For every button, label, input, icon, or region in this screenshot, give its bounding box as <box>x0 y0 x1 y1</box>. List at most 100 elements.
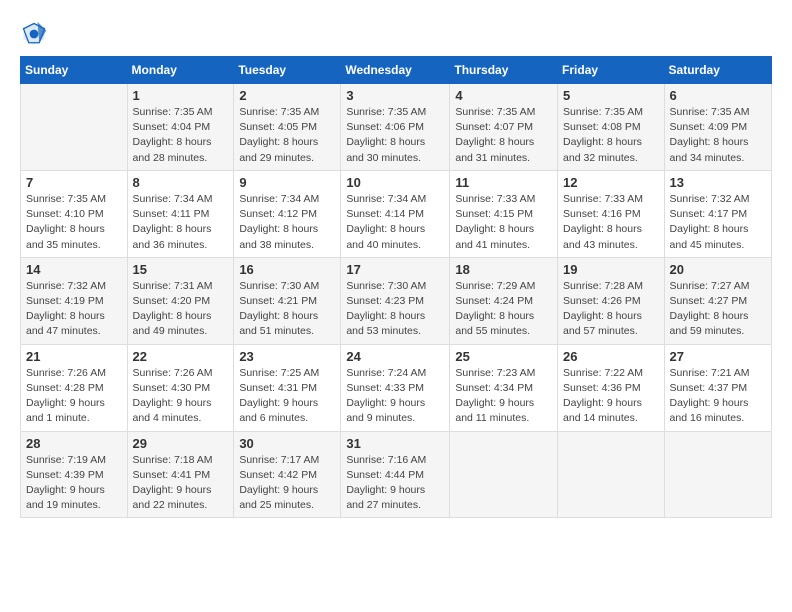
day-info: Sunrise: 7:35 AM Sunset: 4:04 PM Dayligh… <box>133 105 229 166</box>
header-sunday: Sunday <box>21 57 128 84</box>
day-number: 10 <box>346 175 444 190</box>
calendar-cell: 23Sunrise: 7:25 AM Sunset: 4:31 PM Dayli… <box>234 344 341 431</box>
day-info: Sunrise: 7:25 AM Sunset: 4:31 PM Dayligh… <box>239 366 335 427</box>
day-info: Sunrise: 7:26 AM Sunset: 4:28 PM Dayligh… <box>26 366 122 427</box>
day-info: Sunrise: 7:32 AM Sunset: 4:19 PM Dayligh… <box>26 279 122 340</box>
day-number: 12 <box>563 175 659 190</box>
calendar-cell: 6Sunrise: 7:35 AM Sunset: 4:09 PM Daylig… <box>664 84 771 171</box>
calendar-cell: 31Sunrise: 7:16 AM Sunset: 4:44 PM Dayli… <box>341 431 450 518</box>
header-tuesday: Tuesday <box>234 57 341 84</box>
calendar-cell: 21 Sunrise: 7:26 AM Sunset: 4:28 PM Dayli… <box>21 344 128 431</box>
day-info: Sunrise: 7:18 AM Sunset: 4:41 PM Dayligh… <box>133 453 229 514</box>
day-number: 27 <box>670 349 766 364</box>
day-number: 29 <box>133 436 229 451</box>
day-number: 21 <box>26 349 122 364</box>
week-row-1: 1 Sunrise: 7:35 AM Sunset: 4:04 PM Daylig… <box>21 84 772 171</box>
day-number: 9 <box>239 175 335 190</box>
day-number: 25 <box>455 349 552 364</box>
header-row: SundayMondayTuesdayWednesdayThursdayFrid… <box>21 57 772 84</box>
calendar-cell: 20 Sunrise: 7:27 AM Sunset: 4:27 PM Dayli… <box>664 257 771 344</box>
calendar-cell: 9 Sunrise: 7:34 AM Sunset: 4:12 PM Daylig… <box>234 170 341 257</box>
day-number: 19 <box>563 262 659 277</box>
day-info: Sunrise: 7:23 AM Sunset: 4:34 PM Dayligh… <box>455 366 552 427</box>
week-row-3: 14 Sunrise: 7:32 AM Sunset: 4:19 PM Dayli… <box>21 257 772 344</box>
day-number: 13 <box>670 175 766 190</box>
day-number: 7 <box>26 175 122 190</box>
calendar-cell: 15 Sunrise: 7:31 AM Sunset: 4:20 PM Dayli… <box>127 257 234 344</box>
calendar-cell: 28Sunrise: 7:19 AM Sunset: 4:39 PM Dayli… <box>21 431 128 518</box>
calendar-cell: 12 Sunrise: 7:33 AM Sunset: 4:16 PM Dayli… <box>558 170 665 257</box>
calendar-cell: 16 Sunrise: 7:30 AM Sunset: 4:21 PM Dayli… <box>234 257 341 344</box>
calendar-cell: 26Sunrise: 7:22 AM Sunset: 4:36 PM Dayli… <box>558 344 665 431</box>
day-number: 18 <box>455 262 552 277</box>
day-info: Sunrise: 7:35 AM Sunset: 4:10 PM Dayligh… <box>26 192 122 253</box>
day-info: Sunrise: 7:24 AM Sunset: 4:33 PM Dayligh… <box>346 366 444 427</box>
day-info: Sunrise: 7:29 AM Sunset: 4:24 PM Dayligh… <box>455 279 552 340</box>
day-info: Sunrise: 7:35 AM Sunset: 4:09 PM Dayligh… <box>670 105 766 166</box>
calendar-cell: 2Sunrise: 7:35 AM Sunset: 4:05 PM Daylig… <box>234 84 341 171</box>
day-info: Sunrise: 7:27 AM Sunset: 4:27 PM Dayligh… <box>670 279 766 340</box>
day-number: 24 <box>346 349 444 364</box>
calendar-header: SundayMondayTuesdayWednesdayThursdayFrid… <box>21 57 772 84</box>
day-number: 16 <box>239 262 335 277</box>
header-friday: Friday <box>558 57 665 84</box>
calendar-cell <box>21 84 128 171</box>
day-number: 20 <box>670 262 766 277</box>
calendar-cell: 14 Sunrise: 7:32 AM Sunset: 4:19 PM Dayli… <box>21 257 128 344</box>
calendar-cell <box>558 431 665 518</box>
day-number: 14 <box>26 262 122 277</box>
logo <box>20 20 52 48</box>
calendar-cell: 22 Sunrise: 7:26 AM Sunset: 4:30 PM Dayli… <box>127 344 234 431</box>
calendar-cell: 19 Sunrise: 7:28 AM Sunset: 4:26 PM Dayli… <box>558 257 665 344</box>
day-number: 17 <box>346 262 444 277</box>
calendar-cell: 7 Sunrise: 7:35 AM Sunset: 4:10 PM Daylig… <box>21 170 128 257</box>
calendar-cell: 30Sunrise: 7:17 AM Sunset: 4:42 PM Dayli… <box>234 431 341 518</box>
calendar-cell <box>664 431 771 518</box>
week-row-5: 28Sunrise: 7:19 AM Sunset: 4:39 PM Dayli… <box>21 431 772 518</box>
day-info: Sunrise: 7:34 AM Sunset: 4:12 PM Dayligh… <box>239 192 335 253</box>
day-number: 1 <box>133 88 229 103</box>
day-number: 8 <box>133 175 229 190</box>
calendar-cell: 3 Sunrise: 7:35 AM Sunset: 4:06 PM Daylig… <box>341 84 450 171</box>
calendar-cell <box>450 431 558 518</box>
day-info: Sunrise: 7:33 AM Sunset: 4:16 PM Dayligh… <box>563 192 659 253</box>
day-number: 11 <box>455 175 552 190</box>
logo-icon <box>20 20 48 48</box>
week-row-4: 21 Sunrise: 7:26 AM Sunset: 4:28 PM Dayli… <box>21 344 772 431</box>
calendar-table: SundayMondayTuesdayWednesdayThursdayFrid… <box>20 56 772 518</box>
day-number: 22 <box>133 349 229 364</box>
calendar-cell: 27 Sunrise: 7:21 AM Sunset: 4:37 PM Dayli… <box>664 344 771 431</box>
day-info: Sunrise: 7:30 AM Sunset: 4:23 PM Dayligh… <box>346 279 444 340</box>
calendar-cell: 11Sunrise: 7:33 AM Sunset: 4:15 PM Dayli… <box>450 170 558 257</box>
day-info: Sunrise: 7:19 AM Sunset: 4:39 PM Dayligh… <box>26 453 122 514</box>
header-wednesday: Wednesday <box>341 57 450 84</box>
calendar-cell: 25 Sunrise: 7:23 AM Sunset: 4:34 PM Dayli… <box>450 344 558 431</box>
day-info: Sunrise: 7:32 AM Sunset: 4:17 PM Dayligh… <box>670 192 766 253</box>
day-number: 4 <box>455 88 552 103</box>
calendar-cell: 13 Sunrise: 7:32 AM Sunset: 4:17 PM Dayli… <box>664 170 771 257</box>
day-info: Sunrise: 7:26 AM Sunset: 4:30 PM Dayligh… <box>133 366 229 427</box>
calendar-body: 1 Sunrise: 7:35 AM Sunset: 4:04 PM Daylig… <box>21 84 772 518</box>
day-number: 15 <box>133 262 229 277</box>
week-row-2: 7 Sunrise: 7:35 AM Sunset: 4:10 PM Daylig… <box>21 170 772 257</box>
day-info: Sunrise: 7:35 AM Sunset: 4:06 PM Dayligh… <box>346 105 444 166</box>
calendar-cell: 5 Sunrise: 7:35 AM Sunset: 4:08 PM Daylig… <box>558 84 665 171</box>
calendar-cell: 8 Sunrise: 7:34 AM Sunset: 4:11 PM Daylig… <box>127 170 234 257</box>
day-number: 2 <box>239 88 335 103</box>
header-saturday: Saturday <box>664 57 771 84</box>
calendar-cell: 29 Sunrise: 7:18 AM Sunset: 4:41 PM Dayli… <box>127 431 234 518</box>
day-info: Sunrise: 7:30 AM Sunset: 4:21 PM Dayligh… <box>239 279 335 340</box>
day-number: 30 <box>239 436 335 451</box>
day-info: Sunrise: 7:34 AM Sunset: 4:14 PM Dayligh… <box>346 192 444 253</box>
day-info: Sunrise: 7:31 AM Sunset: 4:20 PM Dayligh… <box>133 279 229 340</box>
day-info: Sunrise: 7:16 AM Sunset: 4:44 PM Dayligh… <box>346 453 444 514</box>
header-thursday: Thursday <box>450 57 558 84</box>
day-info: Sunrise: 7:28 AM Sunset: 4:26 PM Dayligh… <box>563 279 659 340</box>
day-info: Sunrise: 7:34 AM Sunset: 4:11 PM Dayligh… <box>133 192 229 253</box>
day-info: Sunrise: 7:22 AM Sunset: 4:36 PM Dayligh… <box>563 366 659 427</box>
day-info: Sunrise: 7:21 AM Sunset: 4:37 PM Dayligh… <box>670 366 766 427</box>
header <box>20 20 772 48</box>
day-info: Sunrise: 7:35 AM Sunset: 4:08 PM Dayligh… <box>563 105 659 166</box>
day-number: 5 <box>563 88 659 103</box>
day-number: 3 <box>346 88 444 103</box>
